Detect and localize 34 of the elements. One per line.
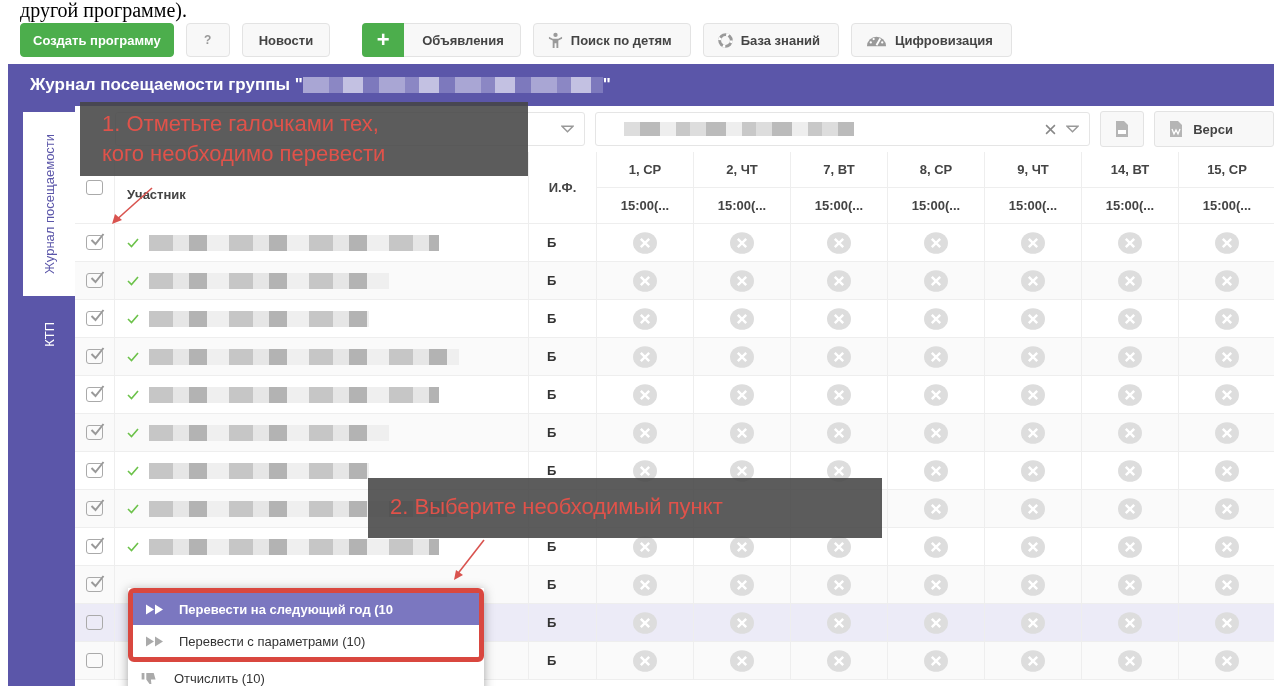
time-header: 15:00(...	[620, 198, 670, 213]
time-header: 15:00(...	[1008, 198, 1058, 213]
plus-icon: +	[362, 23, 405, 57]
initials-cell: Б	[547, 349, 557, 364]
date-header: 1, СР	[628, 162, 662, 177]
journal-title: Журнал посещаемости группы "	[30, 75, 303, 95]
document-text: другой программе).	[19, 0, 188, 20]
announcements-label: Объявления	[422, 32, 504, 48]
title-quote: "	[602, 75, 611, 95]
initials-cell: Б	[547, 425, 557, 440]
date-header: 9, ЧТ	[1017, 162, 1049, 177]
date-header: 2, ЧТ	[726, 162, 758, 177]
initials-cell: Б	[547, 653, 557, 668]
initials-cell: Б	[547, 463, 557, 478]
annotation-text: кого необходимо перевести	[102, 140, 386, 168]
initials-cell: Б	[547, 273, 557, 288]
time-header: 15:00(...	[911, 198, 961, 213]
time-header: 15:00(...	[814, 198, 864, 213]
initials-cell: Б	[547, 577, 557, 592]
initials-cell: Б	[547, 235, 557, 250]
initials-cell: Б	[547, 387, 557, 402]
time-header: 15:00(...	[1202, 198, 1252, 213]
initials-cell: Б	[547, 311, 557, 326]
annotation-text: 1. Отметьте галочками тех,	[102, 110, 379, 138]
date-header: 15, СР	[1207, 162, 1247, 177]
time-header: 15:00(...	[1105, 198, 1155, 213]
initials-header: И.Ф.	[548, 180, 577, 195]
time-header: 15:00(...	[717, 198, 767, 213]
annotation-text: 2. Выберите необходимый пункт	[390, 493, 723, 521]
initials-cell: Б	[547, 615, 557, 630]
date-header: 8, СР	[919, 162, 953, 177]
date-header: 7, ВТ	[823, 162, 855, 177]
initials-cell: Б	[547, 539, 557, 554]
date-header: 14, ВТ	[1110, 162, 1150, 177]
